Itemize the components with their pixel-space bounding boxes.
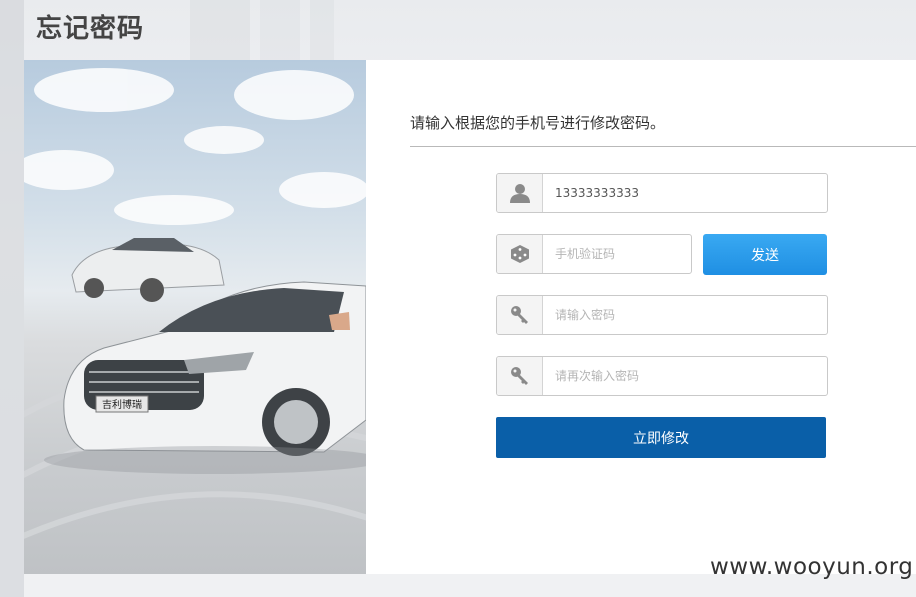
instruction-text: 请输入根据您的手机号进行修改密码。 xyxy=(410,114,666,132)
phone-field xyxy=(496,173,828,213)
code-field xyxy=(496,234,692,274)
reset-password-panel: 请输入根据您的手机号进行修改密码。 发送 立即修改 xyxy=(366,60,916,574)
key-icon xyxy=(497,296,543,334)
confirm-password-field xyxy=(496,356,828,396)
page-title: 忘记密码 xyxy=(36,14,145,44)
code-input[interactable] xyxy=(543,235,691,273)
watermark: www.wooyun.org xyxy=(710,554,914,580)
password-input[interactable] xyxy=(543,296,827,334)
car-small xyxy=(71,238,225,302)
password-field xyxy=(496,295,828,335)
confirm-password-input[interactable] xyxy=(543,357,827,395)
car-main: 吉利博瑞 xyxy=(63,281,366,456)
send-code-button[interactable]: 发送 xyxy=(703,234,827,275)
phone-input[interactable] xyxy=(543,174,827,212)
car-plate-text: 吉利博瑞 xyxy=(102,398,142,411)
dice-icon xyxy=(497,235,543,273)
divider xyxy=(410,146,916,147)
submit-button[interactable]: 立即修改 xyxy=(496,417,826,458)
user-icon xyxy=(497,174,543,212)
promo-car-image: 吉利博瑞 xyxy=(24,60,366,574)
key-icon xyxy=(497,357,543,395)
